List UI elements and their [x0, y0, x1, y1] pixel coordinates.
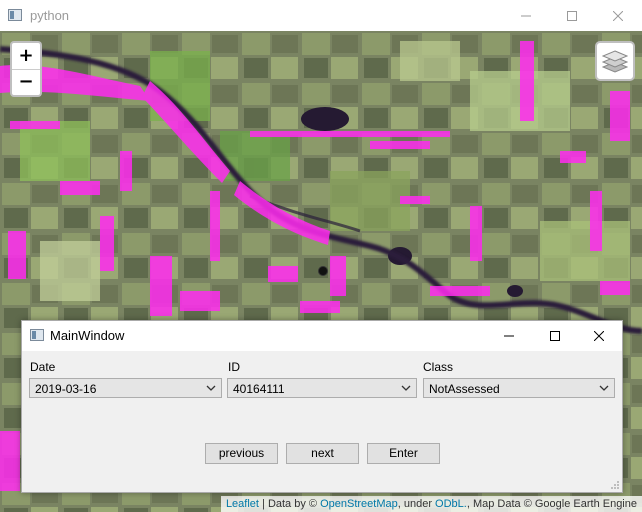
dialog-maximize-button[interactable] — [532, 321, 578, 351]
outer-minimize-button[interactable] — [503, 0, 549, 31]
main-window-dialog: MainWindow Date 2019-03-16 ID 40164111 C… — [21, 320, 623, 493]
map-marker[interactable] — [318, 266, 328, 276]
resize-grip-icon[interactable] — [610, 480, 620, 490]
zoom-control: + − — [10, 41, 42, 97]
layers-icon — [602, 50, 628, 73]
outer-window-titlebar: python — [0, 0, 642, 32]
class-dropdown[interactable]: NotAssessed — [423, 378, 615, 398]
dialog-close-button[interactable] — [576, 321, 622, 351]
minimize-icon — [521, 15, 531, 16]
attribution-text: , Map Data © Google Earth Engine — [466, 498, 637, 510]
layers-button[interactable] — [595, 41, 635, 81]
chevron-down-icon — [401, 385, 411, 391]
attribution-text: | Data by © — [258, 498, 321, 510]
next-button[interactable]: next — [286, 443, 359, 464]
openstreetmap-link[interactable]: OpenStreetMap — [320, 498, 398, 510]
close-icon — [613, 10, 623, 21]
chevron-down-icon — [599, 385, 609, 391]
minimize-icon — [504, 335, 514, 337]
enter-button[interactable]: Enter — [367, 443, 440, 464]
class-label: Class — [423, 360, 454, 374]
maximize-icon — [550, 331, 560, 341]
app-icon — [30, 329, 44, 341]
maximize-icon — [567, 10, 577, 21]
close-icon — [594, 331, 604, 341]
map-attribution: Leaflet | Data by © OpenStreetMap, under… — [220, 496, 642, 512]
outer-maximize-button[interactable] — [549, 0, 595, 31]
leaflet-link[interactable]: Leaflet — [226, 498, 259, 510]
outer-window-title: python — [30, 8, 70, 23]
id-dropdown[interactable]: 40164111 — [227, 378, 417, 398]
dialog-minimize-button[interactable] — [486, 321, 532, 351]
outer-close-button[interactable] — [595, 0, 641, 31]
class-value: NotAssessed — [429, 382, 500, 396]
zoom-out-button[interactable]: − — [12, 69, 40, 95]
date-dropdown[interactable]: 2019-03-16 — [29, 378, 222, 398]
odbl-link[interactable]: ODbL. — [435, 498, 467, 510]
zoom-in-button[interactable]: + — [12, 43, 40, 70]
date-label: Date — [30, 360, 56, 374]
previous-button[interactable]: previous — [205, 443, 278, 464]
id-value: 40164111 — [233, 382, 285, 396]
app-icon — [8, 9, 22, 21]
dialog-title: MainWindow — [50, 328, 125, 343]
id-label: ID — [228, 360, 240, 374]
dialog-titlebar[interactable]: MainWindow — [22, 321, 622, 351]
attribution-text: , under — [397, 498, 436, 510]
date-value: 2019-03-16 — [35, 382, 97, 396]
chevron-down-icon — [206, 385, 216, 391]
